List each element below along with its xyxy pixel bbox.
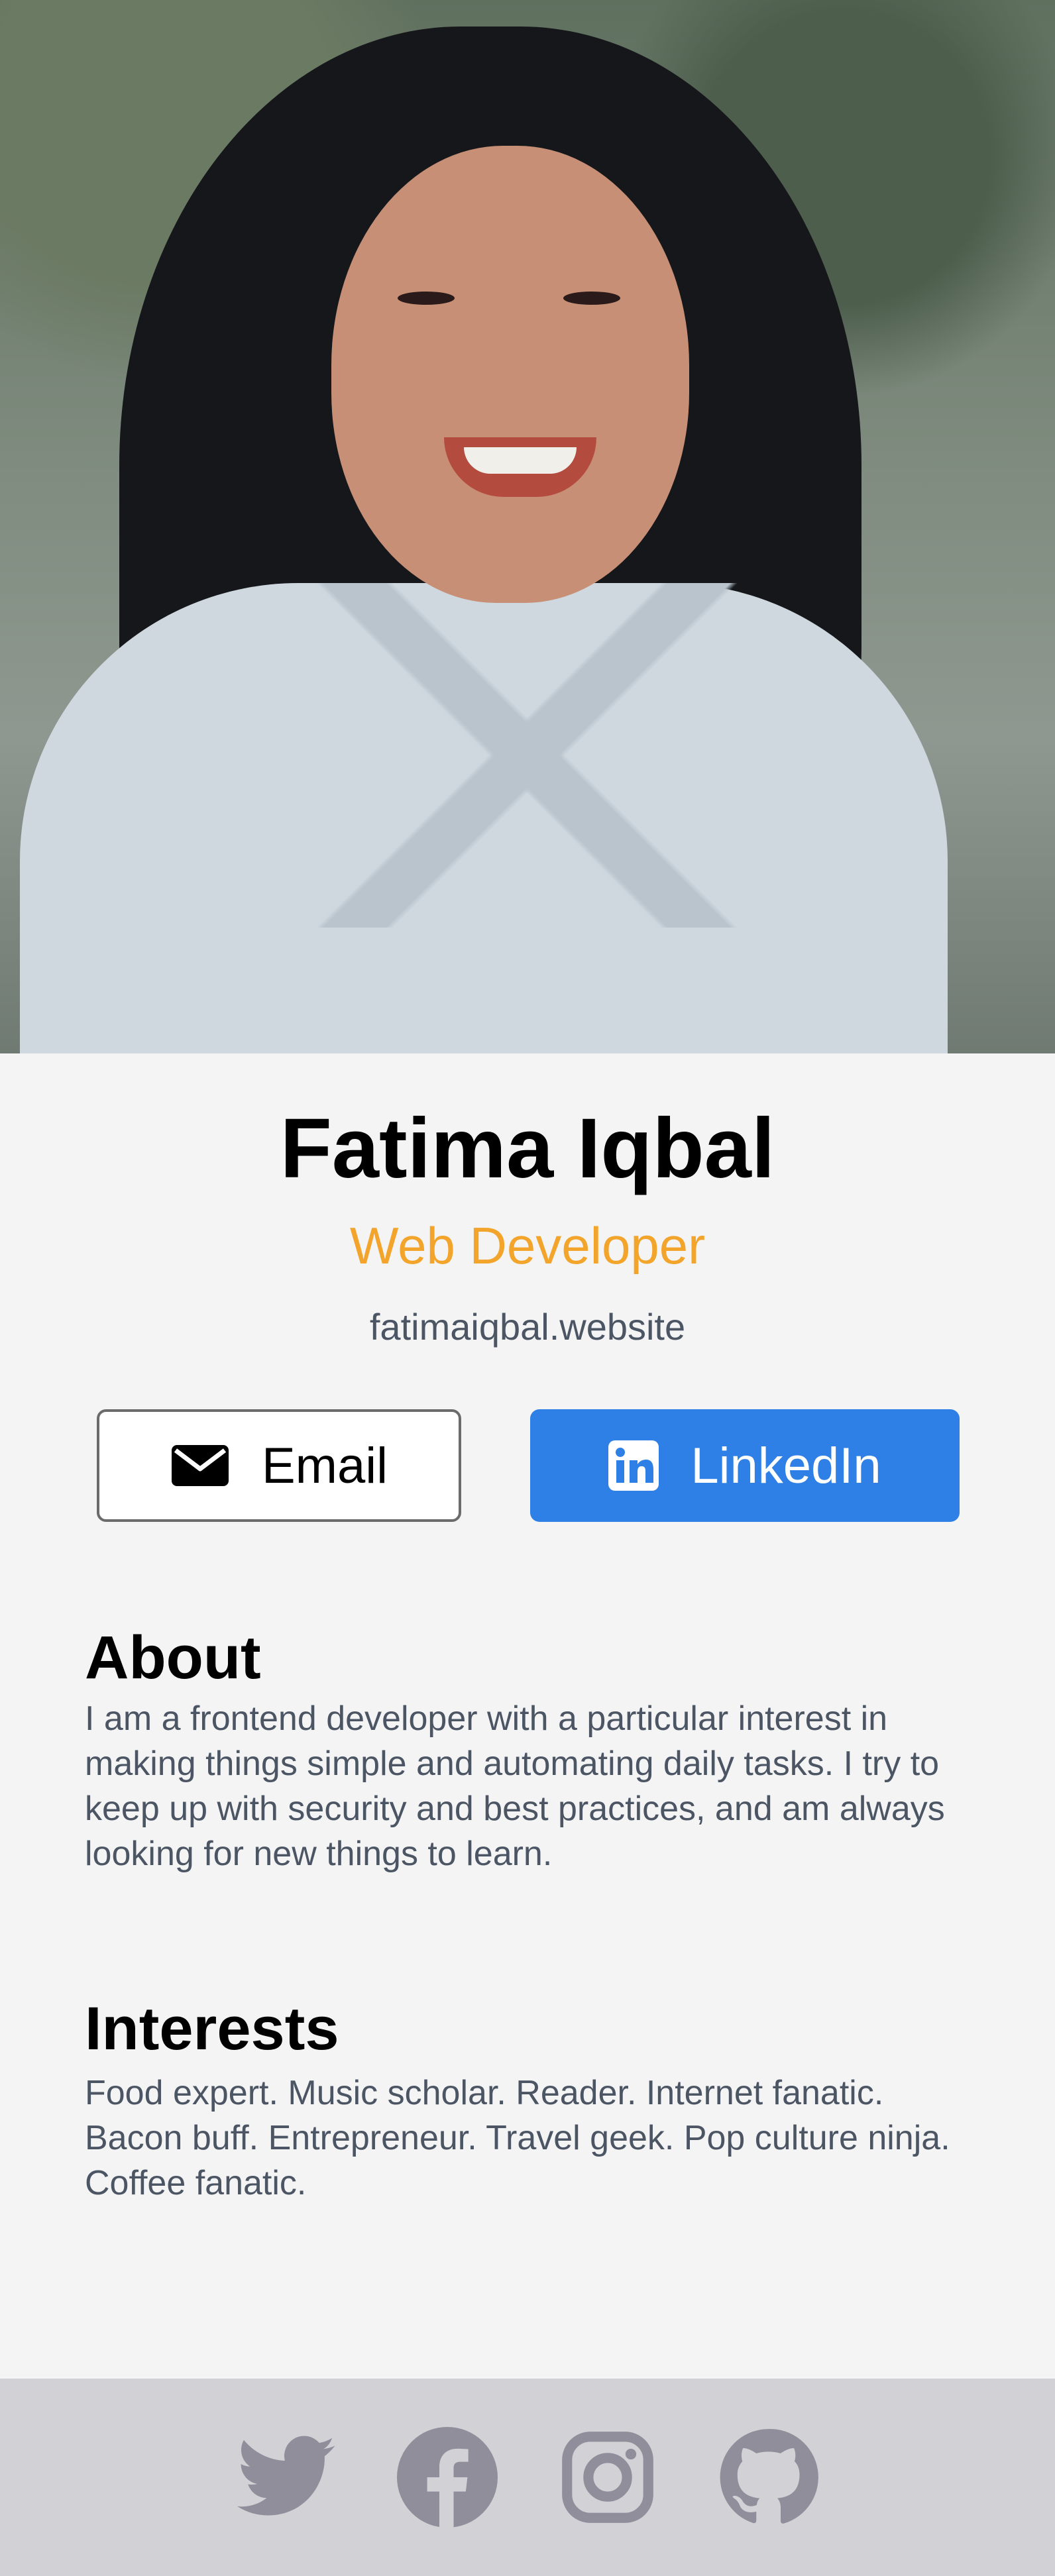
profile-card: Fatima Iqbal Web Developer fatimaiqbal.w… (0, 0, 1055, 2576)
envelope-icon (170, 1444, 230, 1487)
linkedin-button[interactable]: LinkedIn (530, 1409, 960, 1522)
interests-heading: Interests (85, 1995, 339, 2063)
email-button-label: Email (261, 1437, 388, 1494)
email-button[interactable]: Email (97, 1409, 461, 1522)
profile-title: Web Developer (349, 1216, 706, 1275)
facebook-icon[interactable] (397, 2427, 498, 2528)
linkedin-button-label: LinkedIn (691, 1437, 881, 1494)
profile-photo (0, 0, 1055, 1053)
linkedin-icon (608, 1440, 659, 1491)
profile-website[interactable]: fatimaiqbal.website (0, 1305, 1055, 1348)
twitter-icon[interactable] (237, 2427, 337, 2528)
social-footer (0, 2379, 1055, 2576)
about-text: I am a frontend developer with a particu… (85, 1699, 945, 1873)
github-icon[interactable] (718, 2427, 818, 2528)
about-heading: About (85, 1624, 261, 1691)
instagram-icon[interactable] (557, 2427, 658, 2528)
profile-name: Fatima Iqbal (280, 1101, 775, 1196)
interests-text: Food expert. Music scholar. Reader. Inte… (85, 2074, 950, 2202)
